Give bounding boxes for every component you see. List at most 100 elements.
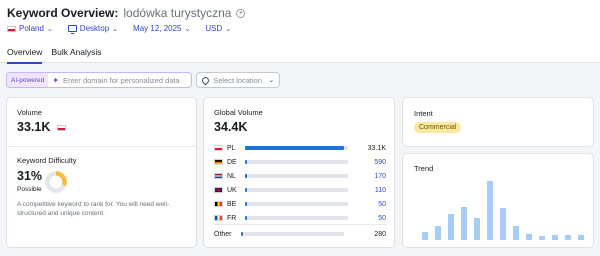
date-filter[interactable]: May 12, 2025 ⌄: [133, 24, 190, 33]
volume-bar-fill: [245, 202, 247, 206]
country-volume-value[interactable]: 50: [378, 201, 386, 208]
device-filter[interactable]: Desktop ⌄: [67, 24, 119, 34]
chevron-down-icon: ⌄: [46, 25, 53, 33]
volume-bar: [245, 216, 348, 220]
country-code: PL: [227, 144, 236, 152]
country-volume-value[interactable]: 590: [374, 159, 386, 166]
header: Keyword Overview: lodówka turystyczna + …: [0, 0, 600, 64]
kd-value: 31%: [17, 169, 43, 183]
ai-domain-group: AI-powered ✦ Enter domain for personaliz…: [6, 72, 193, 88]
ai-row: AI-powered ✦ Enter domain for personaliz…: [6, 72, 281, 88]
chevron-down-icon: ⌄: [268, 77, 275, 84]
trend-bar: [539, 236, 545, 240]
global-volume-label: Global Volume: [214, 108, 263, 117]
volume-bar-fill: [245, 216, 247, 220]
chevron-down-icon: ⌄: [112, 25, 119, 33]
country-volume-value[interactable]: 50: [378, 215, 386, 222]
country-volume-value[interactable]: 170: [374, 173, 386, 180]
intent-card: Intent Commercial: [402, 97, 594, 147]
other-value: 280: [374, 230, 386, 238]
volume-card: Volume 33.1K Keyword Difficulty 31% Poss…: [6, 97, 197, 248]
country-row-de: DE 590: [214, 157, 386, 167]
volume-bar: [245, 146, 348, 150]
uk-flag-icon: [214, 187, 223, 193]
keyword-title: lodówka turystyczna: [123, 6, 232, 20]
global-volume-card: Global Volume 34.4K PL 33.1K DE 590 NL 170 UK 1…: [203, 97, 395, 248]
volume-bar-fill: [241, 232, 243, 236]
volume-bar: [241, 232, 344, 236]
desktop-icon: [67, 25, 77, 34]
divider: [214, 224, 386, 225]
intent-label: Intent: [414, 109, 433, 118]
kd-label: Keyword Difficulty: [17, 156, 77, 165]
country-filter-label: Poland: [19, 24, 44, 33]
volume-value: 33.1K: [17, 120, 66, 134]
chevron-down-icon: ⌄: [184, 25, 191, 33]
kd-donut-chart: [45, 171, 67, 193]
volume-bar: [245, 174, 348, 178]
country-code: BE: [227, 200, 237, 208]
title-row: Keyword Overview: lodówka turystyczna +: [7, 6, 246, 20]
trend-bar: [448, 214, 454, 240]
trend-bar: [552, 235, 558, 240]
trend-bar: [435, 225, 441, 240]
volume-value-text: 33.1K: [17, 120, 51, 134]
volume-label: Volume: [17, 108, 43, 117]
country-row-other: Other 280: [214, 229, 386, 239]
location-select-placeholder: Select location: [213, 75, 263, 85]
country-row-uk: UK 110: [214, 185, 386, 195]
tab-overview[interactable]: Overview: [7, 47, 43, 64]
kd-level: Possible: [17, 186, 42, 193]
chevron-down-icon: ⌄: [225, 25, 232, 33]
trend-bar: [487, 181, 493, 240]
country-filter[interactable]: Poland ⌄: [7, 24, 53, 33]
trend-bar: [422, 232, 428, 240]
divider: [7, 146, 196, 147]
currency-filter[interactable]: USD ⌄: [205, 24, 231, 33]
country-code: UK: [227, 186, 237, 194]
fr-flag-icon: [214, 215, 223, 221]
trend-bar: [578, 235, 584, 240]
domain-input[interactable]: ✦ Enter domain for personalized data: [48, 73, 191, 87]
country-code: NL: [227, 172, 236, 180]
trend-bar: [461, 206, 467, 240]
country-volume-value[interactable]: 110: [375, 187, 386, 194]
tab-bulk-analysis[interactable]: Bulk Analysis: [51, 47, 101, 64]
trend-bar: [474, 217, 480, 240]
trend-bar: [526, 234, 532, 240]
location-pin-icon: [200, 75, 211, 85]
trend-bar: [500, 208, 506, 240]
tabs: Overview Bulk Analysis: [7, 47, 102, 64]
volume-bar: [245, 160, 348, 164]
country-row-pl: PL 33.1K: [214, 143, 386, 153]
country-code: FR: [227, 214, 237, 222]
sparkle-icon: ✦: [52, 75, 59, 85]
page-title: Keyword Overview:: [7, 6, 119, 20]
volume-bar-fill: [245, 160, 248, 164]
poland-flag-icon: [56, 124, 66, 131]
intent-badge: Commercial: [414, 122, 462, 133]
volume-bar: [245, 188, 348, 192]
nl-flag-icon: [214, 173, 223, 179]
ai-powered-badge: AI-powered: [7, 73, 49, 87]
country-row-fr: FR 50: [214, 213, 386, 223]
currency-filter-label: USD: [205, 24, 223, 33]
trend-bar: [565, 235, 571, 240]
volume-bar-fill: [245, 174, 247, 178]
date-filter-label: May 12, 2025: [133, 24, 182, 33]
filter-row: Poland ⌄ Desktop ⌄ May 12, 2025 ⌄ USD ⌄: [7, 24, 246, 34]
country-volume-value: 33.1K: [367, 144, 386, 152]
add-keyword-icon[interactable]: +: [236, 8, 246, 18]
domain-input-placeholder: Enter domain for personalized data: [62, 75, 180, 85]
country-row-nl: NL 170: [214, 171, 386, 181]
be-flag-icon: [214, 201, 223, 207]
de-flag-icon: [214, 159, 223, 165]
location-select[interactable]: Select location ⌄: [196, 72, 281, 88]
other-label: Other: [214, 230, 232, 238]
kd-description: A competitive keyword to rank for. You w…: [17, 201, 170, 217]
global-volume-value: 34.4K: [214, 120, 248, 134]
volume-bar-fill: [245, 146, 344, 150]
device-filter-label: Desktop: [79, 24, 110, 33]
poland-flag-icon: [7, 25, 16, 32]
trend-label: Trend: [414, 164, 434, 173]
